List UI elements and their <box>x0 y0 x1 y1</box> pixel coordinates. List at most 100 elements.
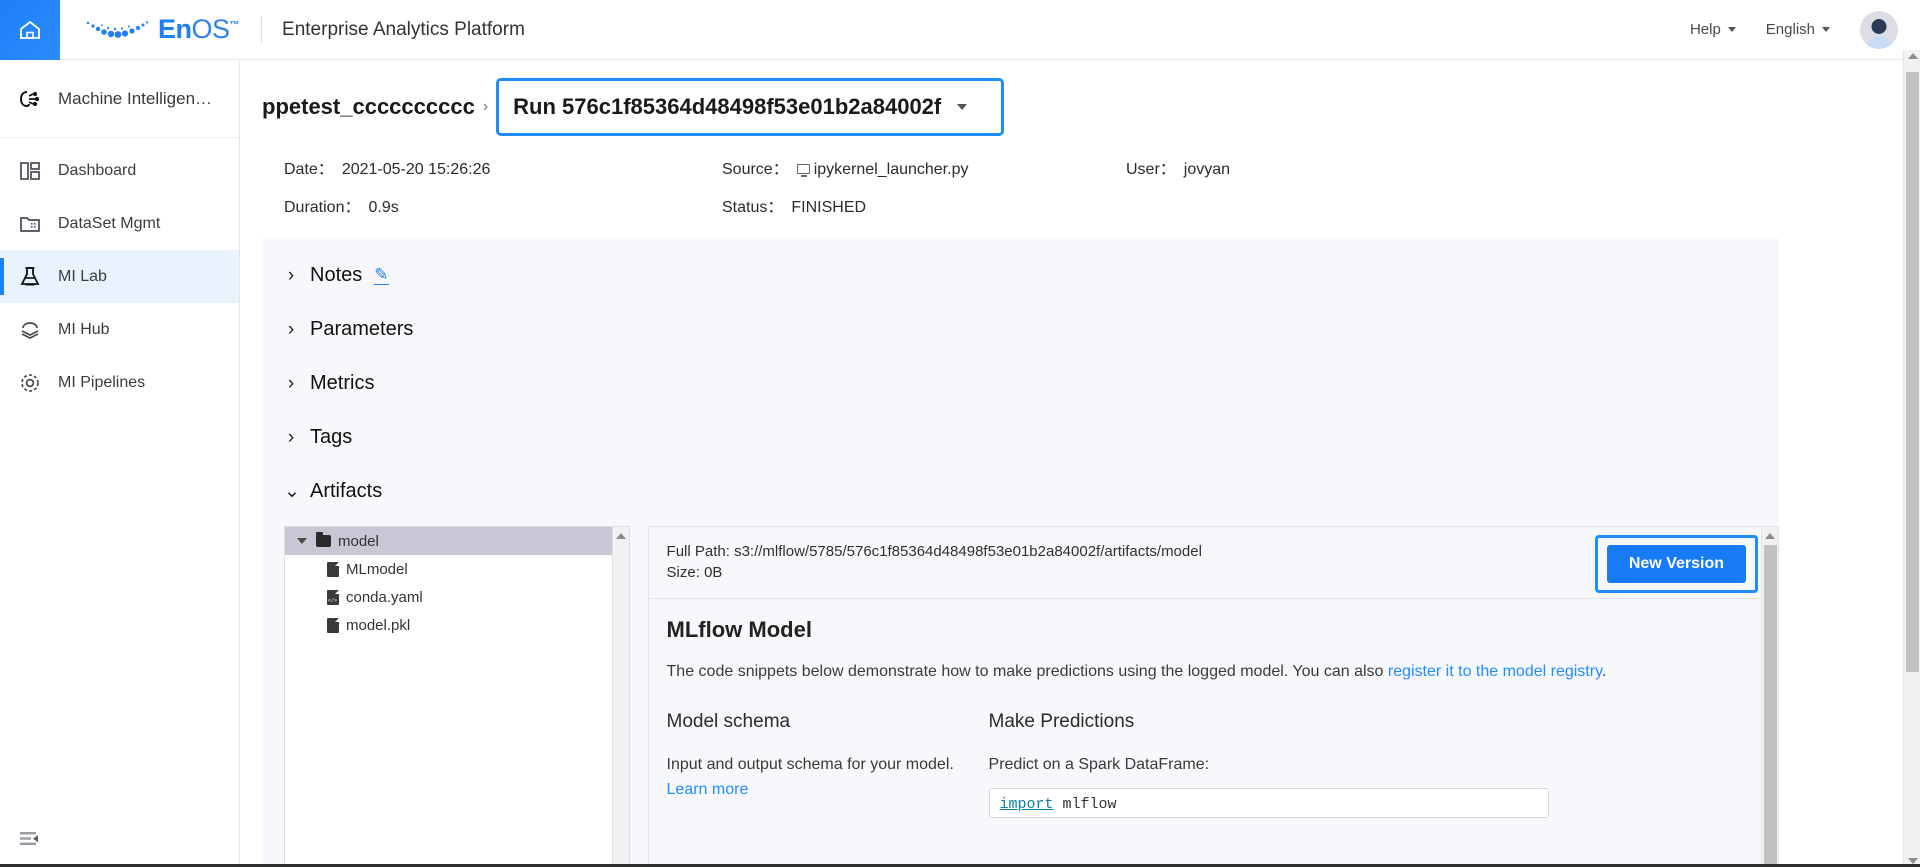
sidebar-nav-list: Dashboard DataSet Mgmt MI Lab MI Hub MI … <box>0 138 239 409</box>
pencil-edit-icon[interactable]: ✎ <box>374 266 389 285</box>
sidebar-item-dataset-mgmt[interactable]: DataSet Mgmt <box>0 197 239 250</box>
sidebar-module-header[interactable]: Machine Intelligen… <box>0 60 239 138</box>
user-label: User： <box>1126 161 1176 178</box>
status-badge: FINISHED <box>791 199 867 216</box>
description-text-part1: The code snippets below demonstrate how … <box>666 663 1388 680</box>
status-label: Status： <box>722 199 784 216</box>
make-predictions-column: Make Predictions Predict on a Spark Data… <box>988 711 1549 818</box>
folder-icon <box>316 532 331 547</box>
page-scrollbar[interactable] <box>1903 50 1920 867</box>
learn-more-link[interactable]: Learn more <box>667 781 749 798</box>
dashboard-icon <box>18 159 42 183</box>
gear-pipeline-icon <box>18 371 42 395</box>
sidebar-item-label: MI Lab <box>58 267 107 285</box>
chevron-down-icon <box>1822 27 1830 32</box>
full-path-label: Full Path: <box>666 543 730 560</box>
make-predictions-title: Make Predictions <box>988 711 1135 732</box>
description-text-part2: . <box>1601 663 1607 680</box>
duration-value: 0.9s <box>368 199 399 216</box>
section-label: Notes <box>310 263 363 286</box>
run-metadata-row-1: Date： 2021-05-20 15:26:26 Source： ipyker… <box>284 148 1895 186</box>
section-label: Tags <box>310 425 353 448</box>
run-detail-panel: › Notes ✎ › Parameters › Metrics › Tags … <box>262 238 1779 867</box>
run-metadata-row-2: Duration： 0.9s Status： FINISHED <box>284 186 1895 224</box>
scroll-up-arrow-icon[interactable] <box>613 527 629 544</box>
scroll-up-arrow-icon[interactable] <box>1904 53 1920 59</box>
language-menu[interactable]: English <box>1766 21 1830 38</box>
tree-item-conda-yaml[interactable]: conda.yaml <box>285 583 629 611</box>
model-schema-column: Model schema Input and output schema for… <box>667 711 989 818</box>
detail-columns: Model schema Input and output schema for… <box>667 711 1758 818</box>
brand-area[interactable]: EnOS™ Enterprise Analytics Platform <box>60 14 525 45</box>
collapse-sidebar-icon <box>18 829 42 849</box>
chevron-down-icon <box>1727 27 1736 32</box>
scroll-thumb[interactable] <box>1906 72 1919 672</box>
tree-item-label: model.pkl <box>346 616 411 634</box>
sidebar: Machine Intelligen… Dashboard DataSet Mg… <box>0 60 240 867</box>
scroll-thumb[interactable] <box>1764 545 1777 865</box>
artifact-tree-scrollbar[interactable] <box>611 527 629 867</box>
sidebar-item-mi-lab[interactable]: MI Lab <box>0 250 239 303</box>
brain-network-icon <box>18 87 42 111</box>
mlflow-model-description: The code snippets below demonstrate how … <box>667 659 1697 685</box>
artifact-detail-scrollbar[interactable] <box>1761 527 1778 867</box>
tree-item-mlmodel[interactable]: MLmodel <box>285 555 629 583</box>
run-user: User： jovyan <box>1126 155 1426 179</box>
sidebar-item-dashboard[interactable]: Dashboard <box>0 144 239 197</box>
source-value: ipykernel_launcher.py <box>796 161 968 179</box>
size-line: Size: 0B <box>667 562 1202 583</box>
sidebar-item-label: MI Hub <box>58 320 110 338</box>
sidebar-module-title: Machine Intelligen… <box>58 88 213 108</box>
tree-item-label: MLmodel <box>346 560 408 578</box>
run-source: Source： ipykernel_launcher.py <box>722 155 1126 179</box>
app-title: Enterprise Analytics Platform <box>282 18 525 40</box>
make-predictions-text: Predict on a Spark DataFrame: <box>988 756 1210 773</box>
run-selector-dropdown[interactable]: Run 576c1f85364d48498f53e01b2a84002f <box>496 78 1005 136</box>
model-registry-link[interactable]: register it to the model registry <box>1388 663 1602 680</box>
new-version-button[interactable]: New Version <box>1606 545 1746 583</box>
flask-icon <box>18 265 42 289</box>
dataset-folder-icon <box>18 212 42 236</box>
language-label: English <box>1765 21 1815 38</box>
help-menu[interactable]: Help <box>1690 21 1736 38</box>
scroll-up-arrow-icon[interactable] <box>1762 527 1778 544</box>
size-value: 0B <box>704 564 723 581</box>
tree-item-model-folder[interactable]: model <box>285 527 629 555</box>
sidebar-item-mi-hub[interactable]: MI Hub <box>0 303 239 356</box>
breadcrumb-separator: › <box>482 98 489 115</box>
sidebar-item-label: MI Pipelines <box>58 373 146 391</box>
section-notes[interactable]: › Notes ✎ <box>262 248 1779 302</box>
user-value: jovyan <box>1183 161 1231 178</box>
artifacts-body: model MLmodel conda.yaml model.pkl <box>262 518 1779 867</box>
avatar[interactable] <box>1860 10 1898 49</box>
chevron-down-icon: ⌄ <box>284 480 300 502</box>
home-icon <box>17 18 43 42</box>
code-file-icon <box>327 589 339 605</box>
avatar-head <box>1871 18 1887 34</box>
mlflow-model-title: MLflow Model <box>666 617 812 642</box>
sidebar-item-mi-pipelines[interactable]: MI Pipelines <box>0 356 239 409</box>
run-header: ppetest_cccccccccc › Run 576c1f85364d484… <box>240 60 1895 224</box>
section-metrics[interactable]: › Metrics <box>262 356 1779 410</box>
run-duration: Duration： 0.9s <box>284 193 722 217</box>
section-parameters[interactable]: › Parameters <box>262 302 1779 356</box>
help-label: Help <box>1689 21 1721 38</box>
section-label: Metrics <box>310 371 375 394</box>
experiment-name[interactable]: ppetest_cccccccccc <box>262 94 475 120</box>
tree-item-model-pkl[interactable]: model.pkl <box>285 611 629 639</box>
run-metadata: Date： 2021-05-20 15:26:26 Source： ipyker… <box>262 148 1895 224</box>
home-button[interactable] <box>0 0 60 60</box>
prediction-code-snippet[interactable]: import mlflow <box>988 788 1549 818</box>
artifact-detail-header: Full Path: s3://mlflow/5785/576c1f85364d… <box>648 527 1778 599</box>
section-tags[interactable]: › Tags <box>262 410 1779 464</box>
avatar-body <box>1866 35 1892 49</box>
date-label: Date： <box>284 161 334 178</box>
section-artifacts[interactable]: ⌄ Artifacts <box>262 464 1779 518</box>
top-header-bar: EnOS™ Enterprise Analytics Platform Help… <box>0 0 1920 60</box>
date-value: 2021-05-20 15:26:26 <box>341 161 491 178</box>
size-label: Size: <box>666 564 700 581</box>
artifact-path-info: Full Path: s3://mlflow/5785/576c1f85364d… <box>667 541 1202 583</box>
sidebar-collapse-button[interactable] <box>0 811 239 867</box>
duration-label: Duration： <box>284 199 361 216</box>
hub-icon <box>18 318 42 342</box>
